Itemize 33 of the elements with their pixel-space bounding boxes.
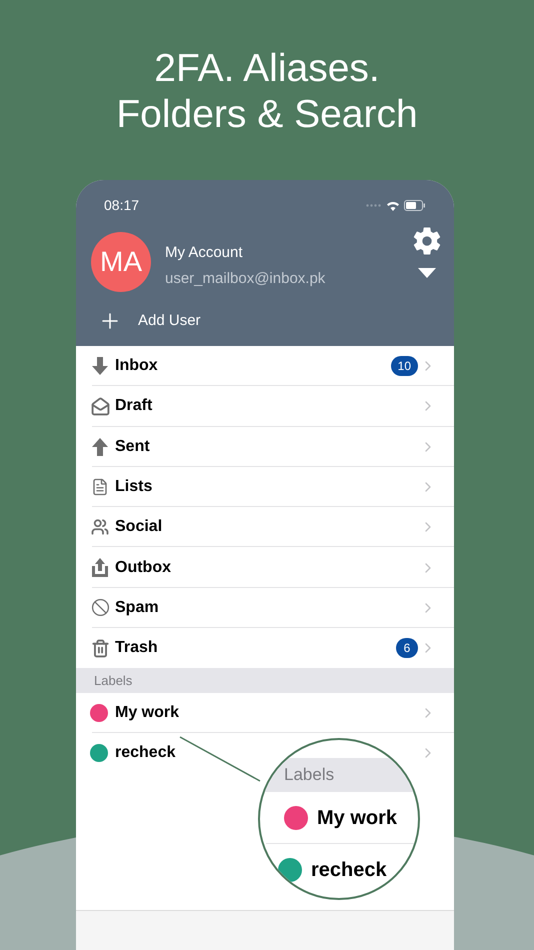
headline: Folders & Search [116,92,418,138]
folder-row[interactable]: Trash 6 [76,628,454,668]
folder-row[interactable]: Draft [76,386,454,427]
account-name: My Account [165,243,244,263]
folder-row[interactable]: Sent [76,426,454,467]
label-name: My work [317,806,398,830]
signal-icon [366,204,382,207]
trash-icon [90,638,110,658]
count-badge: 10 [390,356,418,376]
folder-row[interactable]: Lists [76,466,454,508]
open-envelope-icon [90,396,110,416]
tray-upload-icon [92,558,108,578]
prohibited-icon [90,598,110,618]
headline: 2FA. Aliases. [154,46,380,92]
folder-row[interactable]: Inbox 10 [76,346,454,386]
arrow-down-icon [92,357,108,376]
label-name: recheck [311,858,387,883]
folder-row[interactable]: Spam [76,588,454,628]
section-header: Labels [76,668,454,694]
wifi-icon [386,200,400,211]
label-row[interactable]: My work [76,693,454,734]
add-user-button[interactable]: Add User [76,309,454,333]
status-time: 08:17 [104,196,140,215]
document-icon [91,478,109,496]
people-icon [91,518,109,536]
arrow-up-icon [92,438,108,456]
dropdown-triangle-icon[interactable] [418,268,436,278]
folder-row[interactable]: Outbox [76,547,454,588]
battery-icon [404,200,426,211]
account-email: user_mailbox@inbox.pk [165,268,326,288]
count-badge: 6 [396,638,418,658]
folder-row[interactable]: Social [76,507,454,548]
settings-icon[interactable] [412,226,442,256]
